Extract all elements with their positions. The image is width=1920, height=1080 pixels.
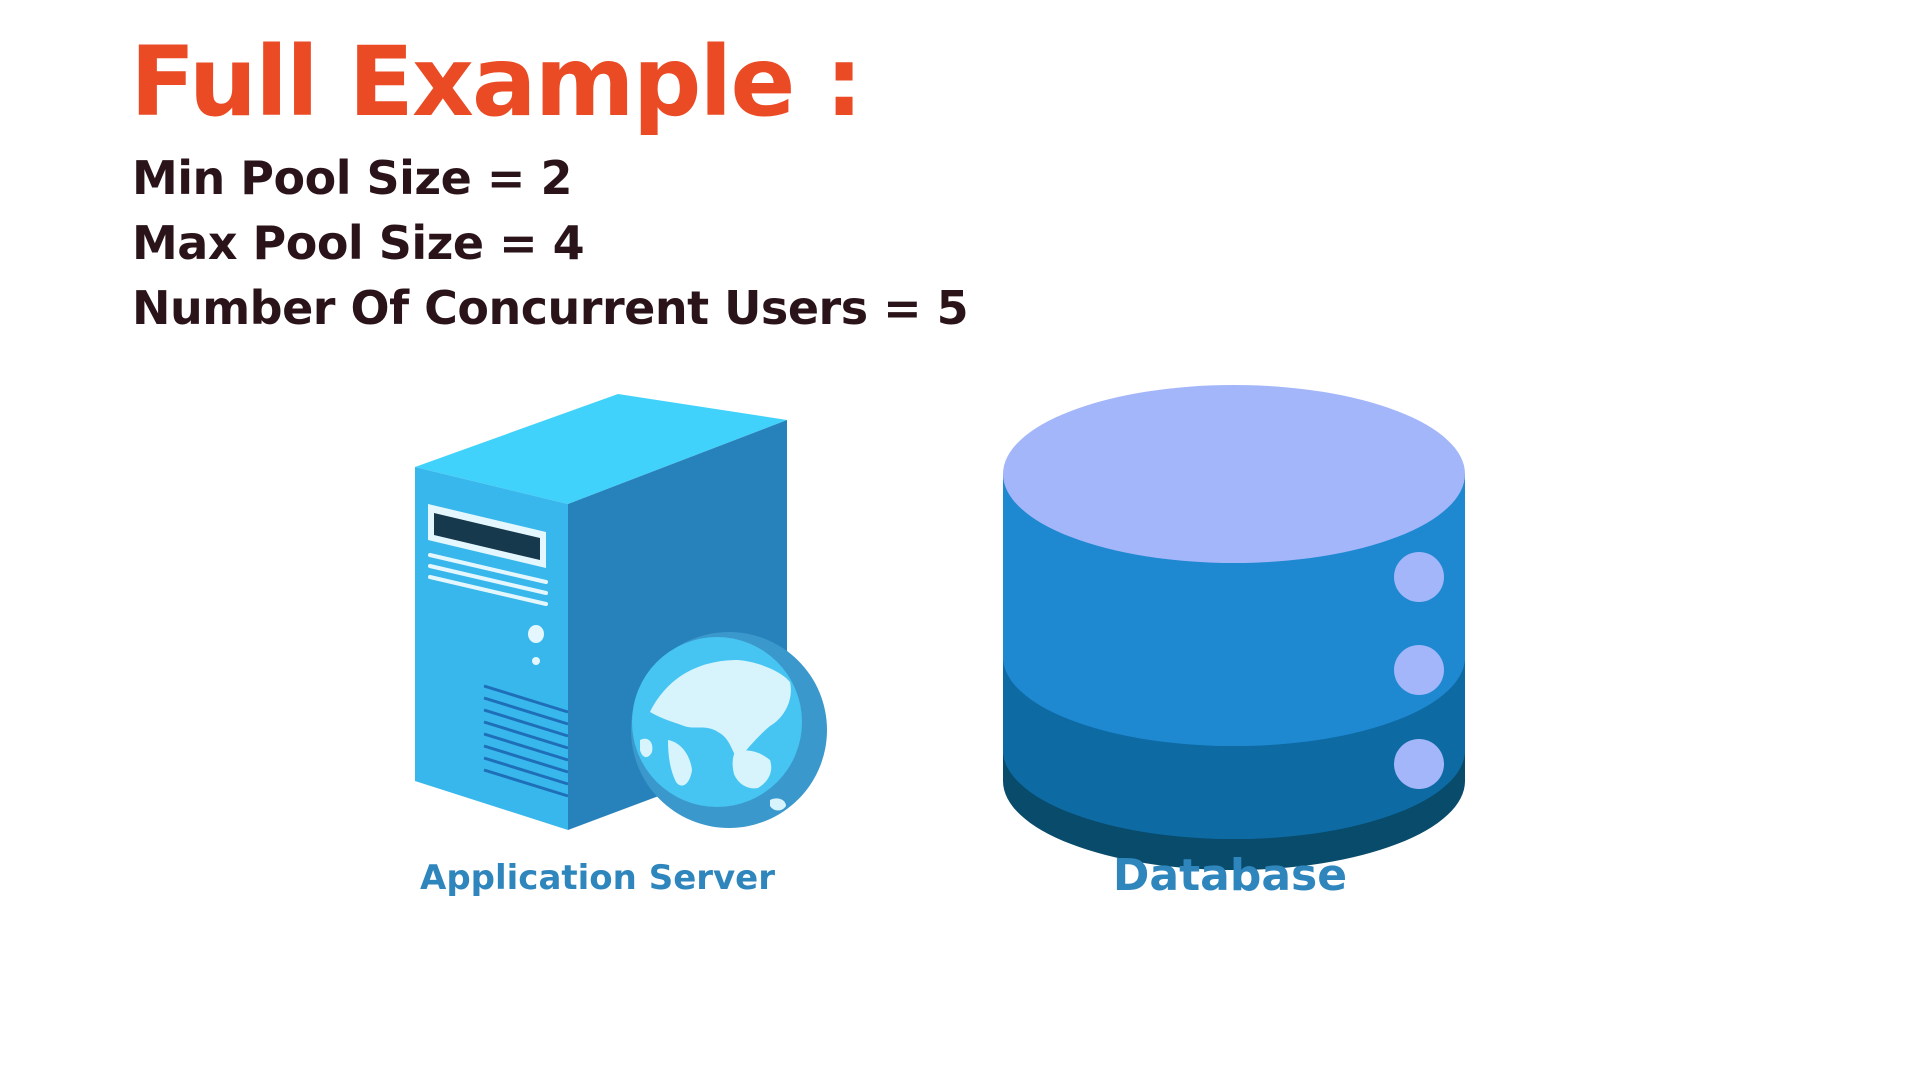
- database-cylinder-icon: [1003, 385, 1465, 870]
- slide: Full Example : Min Pool Size = 2 Max Poo…: [0, 0, 1920, 1080]
- db-indicator-1: [1394, 552, 1444, 602]
- globe-icon: [631, 632, 827, 828]
- db-indicator-3: [1394, 739, 1444, 789]
- db-indicator-2: [1394, 645, 1444, 695]
- server-with-globe-icon: [415, 394, 827, 830]
- application-server-label: Application Server: [420, 858, 776, 898]
- diagram-illustration: [415, 385, 1465, 870]
- database-label: Database: [1112, 850, 1348, 901]
